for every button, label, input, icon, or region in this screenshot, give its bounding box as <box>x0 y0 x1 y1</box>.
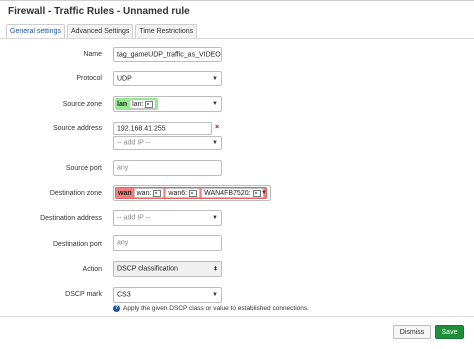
source-address-value: 192.168.41.255 <box>117 125 166 132</box>
top-border <box>0 0 474 1</box>
name-input[interactable]: tag_gameUDP_traffic_as_VIDEO <box>113 47 222 62</box>
dscp-mark-select[interactable]: CS3 ▼ <box>113 287 222 303</box>
dscp-mark-label: DSCP mark <box>65 291 102 298</box>
network-interface-icon <box>189 189 198 197</box>
source-address-input[interactable]: 192.168.41.255 <box>113 122 212 135</box>
tab-divider <box>0 38 474 39</box>
protocol-select[interactable]: UDP ▼ <box>113 71 222 86</box>
protocol-value: UDP <box>117 75 132 82</box>
source-port-input[interactable]: any <box>113 160 222 176</box>
destination-zone-chip-label: wan6: <box>168 189 188 197</box>
source-zone-select[interactable]: lan lan: ▼ <box>113 96 222 112</box>
destination-zone-select[interactable]: wan wan: wan6: WAN4FB7520: ▼ <box>113 185 271 201</box>
source-zone-chip-label: lan: <box>132 100 144 108</box>
source-address-label: Source address <box>52 125 102 132</box>
dscp-help-text: ? Apply the given DSCP class or value to… <box>113 305 309 312</box>
protocol-label: Protocol <box>76 75 102 82</box>
dscp-help-label: Apply the given DSCP class or value to e… <box>123 305 309 312</box>
source-port-placeholder: any <box>117 164 129 172</box>
destination-address-add-select[interactable]: -- add IP -- ▼ <box>113 210 222 226</box>
destination-zone-chip: wan6: <box>165 188 201 198</box>
chevron-down-icon: ▼ <box>261 190 267 196</box>
destination-zone-chip: wan: <box>133 188 165 198</box>
destination-port-input[interactable]: any <box>113 235 222 251</box>
source-zone-badge: lan lan: <box>115 98 159 110</box>
save-button[interactable]: Save <box>435 325 464 339</box>
destination-port-label: Destination port <box>52 241 102 248</box>
network-interface-icon <box>145 100 154 108</box>
name-label: Name <box>83 51 102 58</box>
name-value: tag_gameUDP_traffic_as_VIDEO <box>117 51 221 58</box>
source-zone-label: Source zone <box>62 101 102 108</box>
dscp-mark-value: CS3 <box>117 291 131 299</box>
updown-arrows-icon: ⬍ <box>212 266 218 273</box>
chevron-down-icon: ▼ <box>212 101 218 107</box>
destination-zone-badge: wan wan: wan6: WAN4FB7520: <box>115 187 267 199</box>
page-title: Firewall - Traffic Rules - Unnamed rule <box>8 6 190 17</box>
source-address-add-ip: -- add IP -- <box>117 139 151 147</box>
tab-general-settings[interactable]: General settings <box>6 24 65 38</box>
dismiss-button[interactable]: Dismiss <box>393 325 431 339</box>
action-label: Action <box>82 266 102 273</box>
chevron-down-icon: ▼ <box>212 292 218 298</box>
destination-zone-chip: WAN4FB7520: <box>201 188 264 198</box>
source-zone-chip: lan: <box>129 99 157 109</box>
source-address-add-select[interactable]: -- add IP -- ▼ <box>113 136 222 150</box>
chevron-down-icon: ▼ <box>212 215 218 221</box>
tab-time-restrictions[interactable]: Time Restrictions <box>135 24 198 38</box>
tab-bar: General settings Advanced Settings Time … <box>6 24 199 38</box>
destination-zone-label: Destination zone <box>49 190 102 197</box>
destination-zone-name: wan <box>118 189 132 197</box>
destination-zone-chip-label: WAN4FB7520: <box>204 189 251 197</box>
destination-zone-chip-label: wan: <box>136 189 152 197</box>
destination-port-placeholder: any <box>117 239 129 247</box>
chevron-down-icon: ▼ <box>212 140 218 146</box>
destination-address-add-ip: -- add IP -- <box>117 214 151 222</box>
destination-address-label: Destination address <box>40 215 102 222</box>
network-interface-icon <box>252 189 261 197</box>
source-port-label: Source port <box>65 165 102 172</box>
footer-divider <box>0 316 474 317</box>
source-zone-name: lan <box>117 100 128 108</box>
network-interface-icon <box>153 189 162 197</box>
action-value: DSCP classification <box>117 265 178 273</box>
help-icon: ? <box>113 305 120 312</box>
chevron-down-icon: ▼ <box>212 75 218 82</box>
tab-advanced-settings[interactable]: Advanced Settings <box>66 24 134 38</box>
remove-icon[interactable]: × <box>213 124 221 133</box>
action-select[interactable]: DSCP classification ⬍ <box>113 261 222 277</box>
